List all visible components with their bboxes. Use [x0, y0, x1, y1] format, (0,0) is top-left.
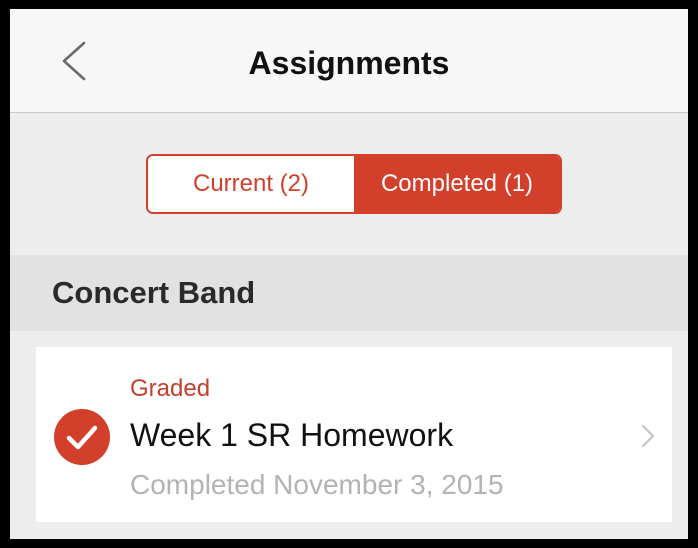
tab-completed[interactable]: Completed (1)	[354, 156, 560, 212]
checkmark-icon	[66, 425, 98, 450]
assignment-status: Graded	[130, 375, 211, 402]
chevron-right-icon	[640, 423, 656, 449]
section-title: Concert Band	[52, 275, 256, 310]
assignment-completed-date: Completed November 3, 2015	[130, 469, 504, 500]
section-header: Concert Band	[10, 255, 688, 331]
assignment-row[interactable]: Graded Week 1 SR Homework Completed Nove…	[36, 347, 672, 522]
app-screen: Assignments Current (2) Completed (1) Co…	[10, 9, 688, 539]
navigation-bar: Assignments	[10, 9, 688, 113]
page-title: Assignments	[248, 45, 450, 81]
assignment-filter-segmented-control: Current (2) Completed (1)	[146, 154, 562, 214]
checkmark-circle-icon	[54, 409, 110, 465]
assignment-title: Week 1 SR Homework	[130, 417, 454, 453]
tab-current[interactable]: Current (2)	[148, 156, 354, 212]
